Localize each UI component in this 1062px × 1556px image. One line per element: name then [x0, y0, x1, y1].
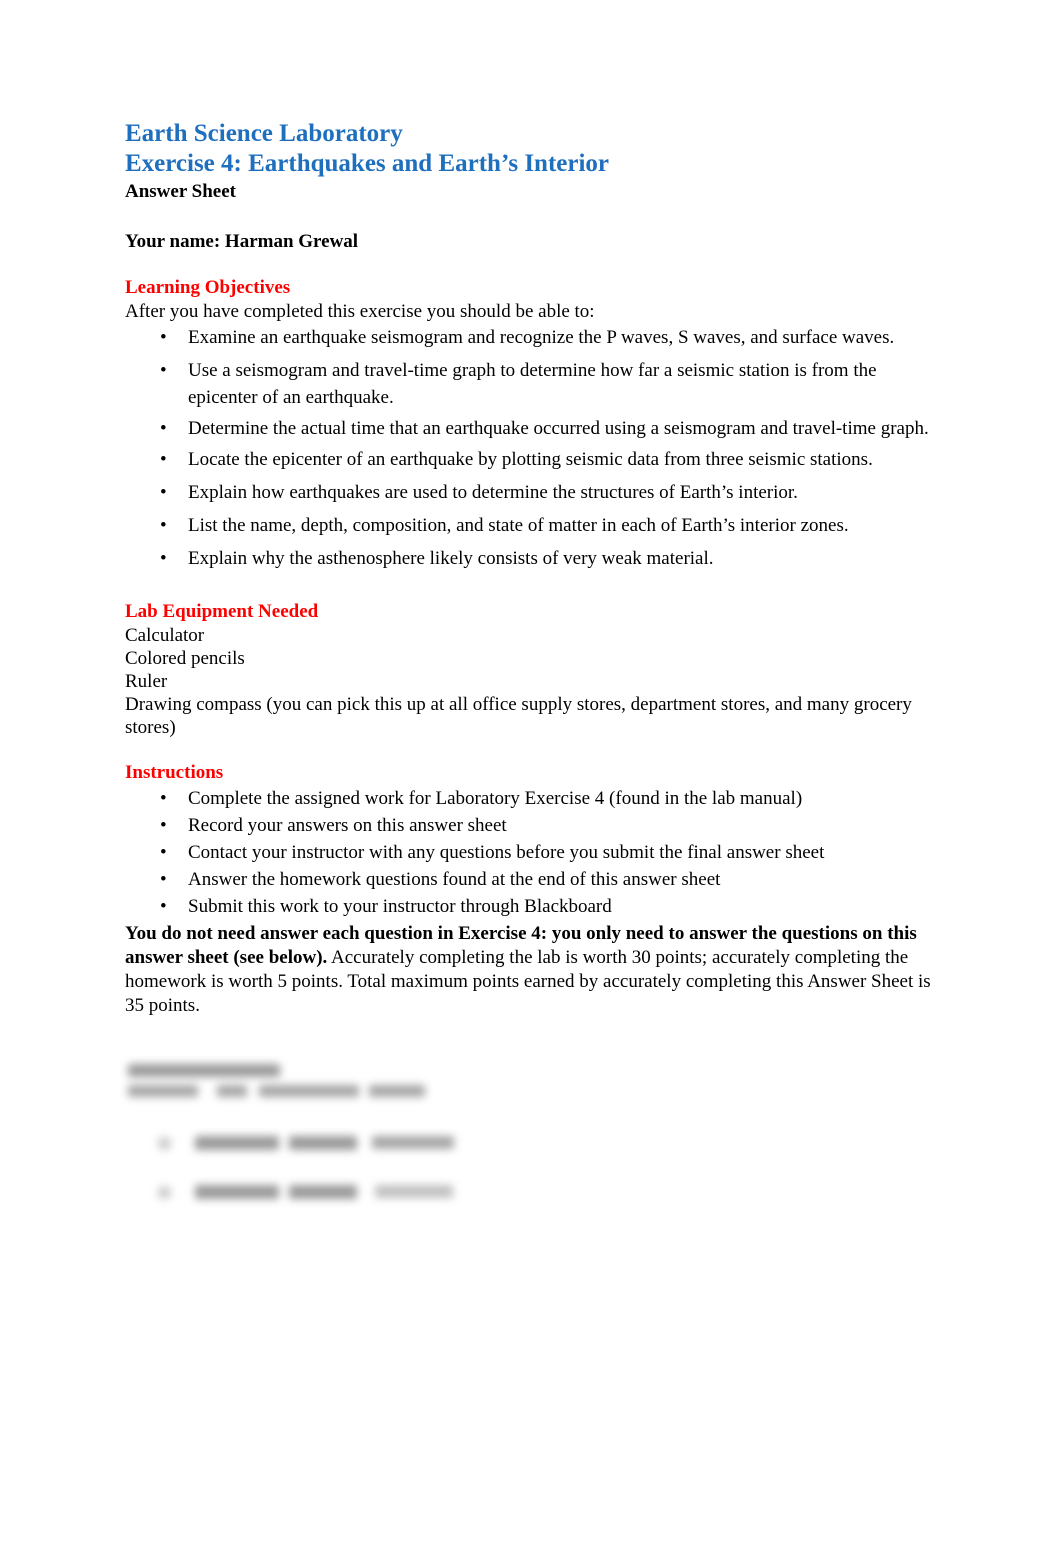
list-item: • Record your answers on this answer she… — [125, 812, 937, 839]
obscured-heading-line — [128, 1064, 280, 1077]
list-item-text: Explain why the asthenosphere likely con… — [188, 548, 714, 569]
title-line-1: Earth Science Laboratory — [125, 120, 403, 147]
bullet-icon: • — [160, 896, 167, 917]
obscured-subheading-line — [217, 1085, 247, 1097]
list-item: • Explain how earthquakes are used to de… — [125, 479, 937, 506]
list-item-text: Complete the assigned work for Laborator… — [188, 788, 803, 809]
obscured-list-text — [195, 1185, 279, 1199]
obscured-section — [125, 1058, 625, 1228]
bullet-icon: • — [160, 842, 167, 863]
bullet-icon: • — [160, 869, 167, 890]
obscured-list-text — [375, 1185, 453, 1198]
list-item-text: Use a seismogram and travel-time graph t… — [188, 360, 877, 408]
list-item-text: Examine an earthquake seismogram and rec… — [188, 327, 895, 348]
list-item: • Use a seismogram and travel-time graph… — [125, 357, 937, 411]
section-heading-instructions: Instructions — [125, 762, 224, 783]
list-item: • List the name, depth, composition, and… — [125, 512, 937, 539]
bullet-icon: • — [160, 815, 167, 836]
instructions-list: • Complete the assigned work for Laborat… — [125, 785, 937, 920]
section-heading-learning-objectives: Learning Objectives — [125, 277, 291, 298]
bullet-icon: • — [160, 548, 167, 569]
section-heading-lab-equipment: Lab Equipment Needed — [125, 601, 319, 622]
list-item: • Locate the epicenter of an earthquake … — [125, 446, 937, 473]
list-item-text: Submit this work to your instructor thro… — [188, 896, 612, 917]
document-subtitle: Answer Sheet — [125, 181, 237, 202]
bullet-icon: • — [160, 482, 167, 503]
list-item: Drawing compass (you can pick this up at… — [125, 694, 912, 738]
bullet-icon: • — [160, 360, 167, 381]
title-line-2: Exercise 4: Earthquakes and Earth’s Inte… — [125, 150, 610, 177]
list-item: • Complete the assigned work for Laborat… — [125, 785, 937, 812]
obscured-list-text — [195, 1136, 279, 1150]
list-item: Ruler — [125, 671, 168, 692]
obscured-subheading-line — [259, 1085, 359, 1097]
bullet-icon: • — [160, 327, 167, 348]
obscured-subheading-line — [369, 1085, 425, 1097]
grading-note: You do not need answer each question in … — [125, 922, 937, 1018]
list-item-text: Record your answers on this answer sheet — [188, 815, 507, 836]
list-item-text: List the name, depth, composition, and s… — [188, 515, 849, 536]
learning-objectives-lead: After you have completed this exercise y… — [125, 301, 595, 322]
obscured-list-marker — [158, 1186, 171, 1199]
lab-equipment-list: Calculator Colored pencils Ruler Drawing… — [125, 624, 937, 739]
list-item: • Determine the actual time that an eart… — [125, 415, 937, 442]
bullet-icon: • — [160, 788, 167, 809]
list-item-text: Contact your instructor with any questio… — [188, 842, 825, 863]
list-item: • Explain why the asthenosphere likely c… — [125, 545, 937, 572]
list-item: • Submit this work to your instructor th… — [125, 893, 937, 920]
list-item-text: Explain how earthquakes are used to dete… — [188, 482, 798, 503]
student-name-line: Your name: Harman Grewal — [125, 231, 359, 252]
list-item: • Answer the homework questions found at… — [125, 866, 937, 893]
list-item: Colored pencils — [125, 648, 245, 669]
obscured-list-text — [289, 1136, 357, 1150]
obscured-list-text — [289, 1185, 357, 1199]
bullet-icon: • — [160, 418, 167, 439]
obscured-list-marker — [158, 1137, 171, 1150]
learning-objectives-list: • Examine an earthquake seismogram and r… — [125, 324, 937, 572]
list-item-text: Locate the epicenter of an earthquake by… — [188, 449, 873, 470]
bullet-icon: • — [160, 515, 167, 536]
page-title: Earth Science Laboratory Exercise 4: Ear… — [125, 119, 937, 179]
document-body: Earth Science Laboratory Exercise 4: Ear… — [125, 119, 937, 1018]
list-item: • Examine an earthquake seismogram and r… — [125, 324, 937, 351]
document-page: Earth Science Laboratory Exercise 4: Ear… — [0, 0, 1062, 1556]
list-item: Calculator — [125, 625, 205, 646]
obscured-subheading-line — [128, 1085, 198, 1097]
list-item-text: Determine the actual time that an earthq… — [188, 418, 929, 439]
obscured-list-text — [372, 1136, 454, 1149]
list-item: • Contact your instructor with any quest… — [125, 839, 937, 866]
bullet-icon: • — [160, 449, 167, 470]
list-item-text: Answer the homework questions found at t… — [188, 869, 721, 890]
